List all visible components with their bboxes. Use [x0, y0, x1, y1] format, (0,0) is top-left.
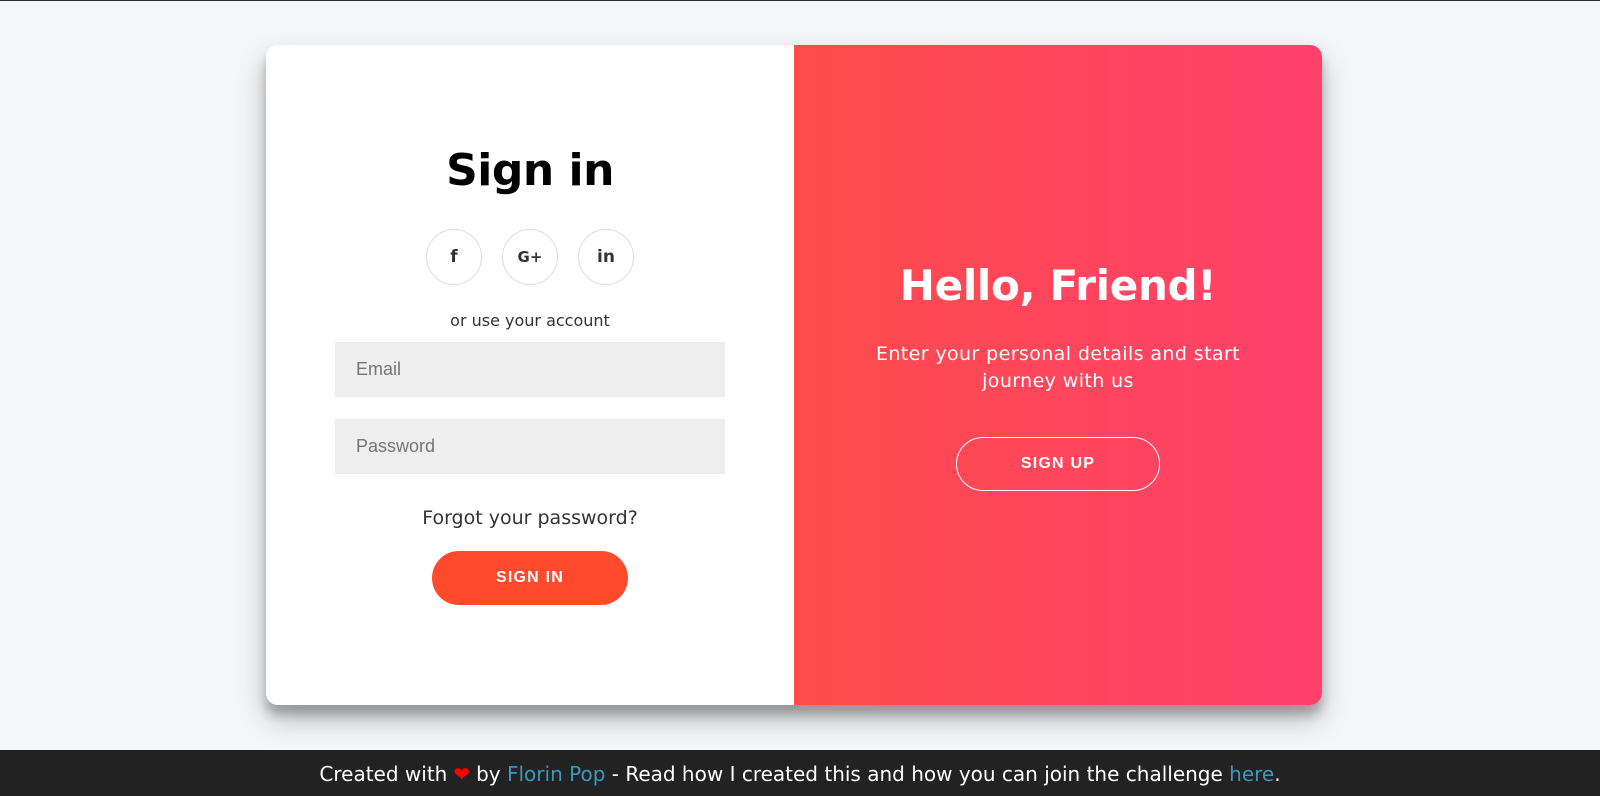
email-field[interactable]: [335, 342, 725, 397]
footer-prefix: Created with: [319, 761, 448, 786]
linkedin-button[interactable]: in: [578, 229, 634, 285]
footer: Created with ❤ by Florin Pop - Read how …: [0, 750, 1600, 796]
here-link[interactable]: here: [1229, 762, 1274, 786]
overlay-description: Enter your personal details and start jo…: [875, 343, 1241, 392]
sign-up-button[interactable]: SIGN UP: [956, 437, 1160, 491]
linkedin-icon: in: [597, 247, 615, 267]
heart-icon: ❤: [453, 761, 471, 786]
forgot-password-link[interactable]: Forgot your password?: [266, 507, 794, 529]
facebook-icon: f: [450, 247, 458, 267]
alternate-login-text: or use your account: [450, 311, 610, 330]
overlay-panel: Hello, Friend! Enter your personal detai…: [794, 45, 1322, 705]
footer-middle: - Read how I created this and how you ca…: [611, 761, 1223, 786]
sign-in-title: Sign in: [446, 145, 614, 196]
password-field[interactable]: [335, 419, 725, 474]
author-link[interactable]: Florin Pop: [507, 762, 605, 786]
footer-by: by: [476, 761, 501, 786]
sign-in-panel: Sign in f G+ in or use your account Forg…: [266, 45, 794, 705]
facebook-button[interactable]: f: [426, 229, 482, 285]
footer-suffix: .: [1274, 761, 1281, 786]
google-plus-button[interactable]: G+: [502, 229, 558, 285]
sign-in-button[interactable]: SIGN IN: [432, 551, 628, 605]
auth-card: Sign in f G+ in or use your account Forg…: [266, 45, 1322, 705]
google-plus-icon: G+: [517, 248, 543, 266]
overlay-title: Hello, Friend!: [899, 261, 1217, 310]
social-login-row: f G+ in: [266, 229, 794, 285]
